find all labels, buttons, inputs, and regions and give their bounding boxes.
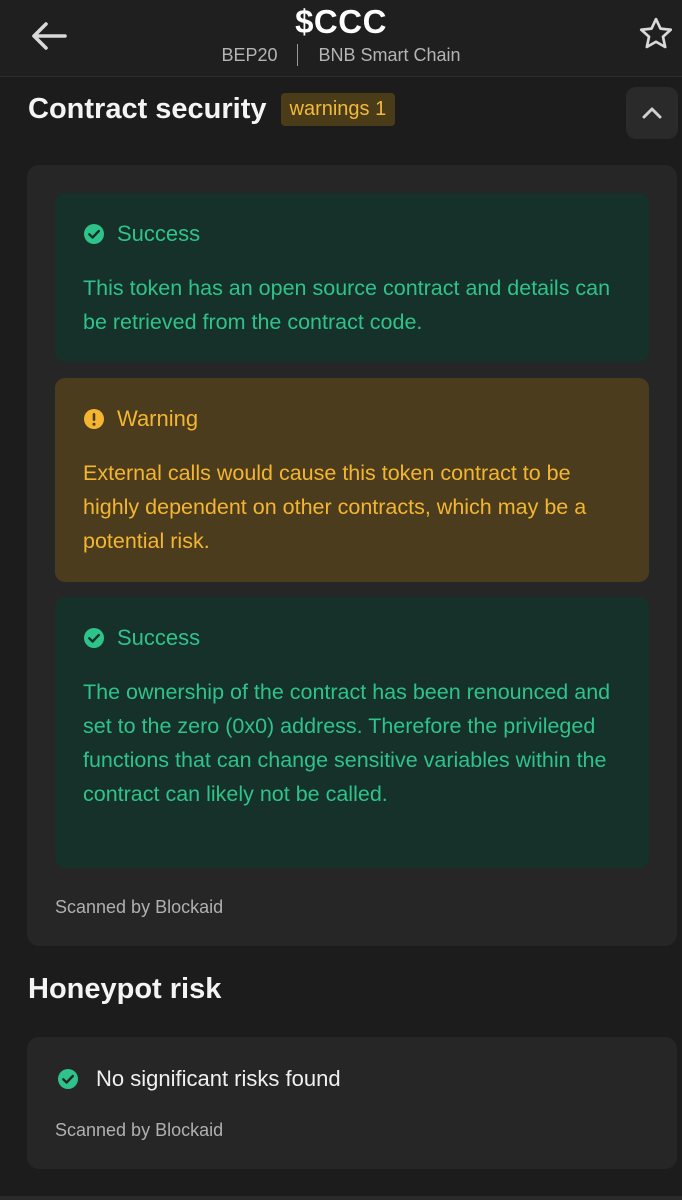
warnings-badge: warnings 1 (280, 93, 396, 126)
check-circle-icon (83, 223, 105, 245)
success-alert: Success The ownership of the contract ha… (55, 597, 649, 868)
section-title: Contract security (28, 93, 267, 125)
risk-result-text: No significant risks found (96, 1066, 341, 1091)
favorite-button[interactable] (634, 12, 678, 56)
check-circle-icon (57, 1068, 79, 1090)
token-title: $CCC (295, 3, 387, 40)
token-header: $CCC BEP20 BNB Smart Chain (0, 2, 682, 66)
token-standard: BEP20 (221, 44, 278, 65)
token-network: BEP20 BNB Smart Chain (0, 44, 682, 66)
alert-message: External calls would cause this token co… (83, 461, 587, 553)
honeypot-header: Honeypot risk (28, 973, 221, 1006)
check-circle-icon (83, 627, 105, 649)
section-title: Honeypot risk (28, 973, 222, 1005)
alert-status: Success (117, 221, 201, 246)
star-icon (639, 17, 673, 49)
bottom-divider (0, 1196, 682, 1200)
alert-message: The ownership of the contract has been r… (83, 680, 611, 806)
divider (297, 44, 299, 66)
exclamation-circle-icon (83, 408, 105, 430)
scanned-by-label: Scanned by Blockaid (55, 897, 224, 917)
alert-message: This token has an open source contract a… (83, 276, 611, 334)
chevron-up-icon (642, 107, 662, 119)
alert-status: Warning (117, 406, 199, 431)
success-alert: Success This token has an open source co… (55, 193, 649, 362)
honeypot-result: No significant risks found (57, 1066, 341, 1092)
alert-status: Success (117, 625, 201, 650)
honeypot-panel (27, 1037, 677, 1169)
top-bar: $CCC BEP20 BNB Smart Chain (0, 0, 682, 77)
scanned-by-label: Scanned by Blockaid (55, 1120, 224, 1140)
chain-name: BNB Smart Chain (318, 44, 461, 65)
warning-alert: Warning External calls would cause this … (55, 378, 649, 582)
collapse-button[interactable] (626, 87, 678, 139)
contract-security-header: Contract security warnings 1 (28, 93, 396, 126)
